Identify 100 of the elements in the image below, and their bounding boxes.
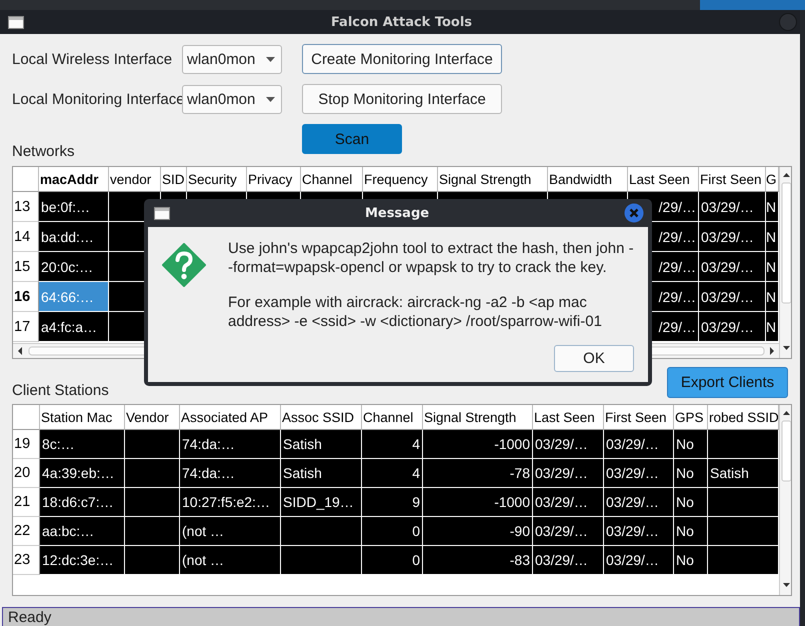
table-cell: 12:dc:3e:… — [40, 546, 125, 575]
column-header[interactable]: Signal Strength — [423, 405, 533, 430]
export-clients-button[interactable]: Export Clients — [667, 367, 788, 398]
column-header[interactable]: Bandwidth — [548, 167, 628, 192]
row-number: 19 — [13, 430, 40, 459]
table-cell: Satish — [281, 459, 362, 488]
table-cell: 03/29/… — [604, 459, 674, 488]
table-cell: ba:dd:… — [39, 222, 109, 252]
monitoring-interface-label: Local Monitoring Interface — [12, 90, 182, 108]
table-cell: 9 — [362, 488, 423, 517]
dialog-title: Message — [364, 206, 430, 220]
column-header[interactable]: G — [766, 167, 779, 192]
column-header[interactable]: Channel — [362, 405, 423, 430]
column-header[interactable]: Last Seen — [628, 167, 699, 192]
table-corner[interactable] — [13, 167, 39, 192]
column-header[interactable]: Signal Strength — [438, 167, 548, 192]
table-cell: 03/29/… — [699, 312, 766, 342]
row-number: 21 — [13, 488, 40, 517]
table-cell: -90 — [423, 517, 533, 546]
table-cell: No — [674, 517, 708, 546]
table-cell: 74:da:… — [180, 430, 281, 459]
table-cell: -1000 — [423, 430, 533, 459]
row-number: 22 — [13, 517, 40, 546]
table-cell: 20:0c:… — [39, 252, 109, 282]
column-header[interactable]: Assoc SSID — [281, 405, 362, 430]
table-cell: No — [674, 546, 708, 575]
table-cell: 03/29/… — [699, 192, 766, 222]
table-cell: aa:bc:… — [40, 517, 125, 546]
table-cell: N — [766, 312, 779, 342]
table-cell: 4a:39:eb:… — [40, 459, 125, 488]
create-monitoring-button[interactable]: Create Monitoring Interface — [302, 44, 502, 74]
table-cell: -83 — [423, 546, 533, 575]
section-label: Networks — [12, 143, 76, 160]
table-cell: 03/29/… — [604, 517, 674, 546]
column-header[interactable]: robed SSID — [708, 405, 779, 430]
column-header[interactable]: vendor — [109, 167, 161, 192]
table-cell: 03/29/… — [533, 430, 604, 459]
table-cell: 64:66:… — [39, 282, 109, 312]
table-cell: 03/29/… — [533, 459, 604, 488]
table-cell: (not … — [180, 546, 281, 575]
ok-button[interactable]: OK — [554, 345, 634, 372]
table-cell: 03/29/… — [604, 430, 674, 459]
table-cell: 0 — [362, 517, 423, 546]
window-icon — [8, 16, 24, 28]
table-cell: 74:da:… — [180, 459, 281, 488]
column-header[interactable]: Privacy — [247, 167, 301, 192]
window-icon — [154, 206, 170, 220]
table-cell: 10:27:f5:e2:… — [180, 488, 281, 517]
table-cell: 03/29/… — [604, 488, 674, 517]
question-icon — [162, 243, 206, 287]
wireless-interface-label: Local Wireless Interface — [12, 50, 174, 68]
table-cell: N — [766, 192, 779, 222]
column-header[interactable]: Station Mac — [40, 405, 125, 430]
row-number: 14 — [13, 222, 39, 252]
table-cell: 03/29/… — [533, 488, 604, 517]
table-cell: 8c:… — [40, 430, 125, 459]
table-cell: 4 — [362, 430, 423, 459]
table-cell: 03/29/… — [533, 546, 604, 575]
table-corner[interactable] — [13, 405, 40, 430]
table-cell: 03/29/… — [699, 252, 766, 282]
table-cell: 0 — [362, 546, 423, 575]
window-title: Falcon Attack Tools — [330, 14, 474, 30]
stop-monitoring-button[interactable]: Stop Monitoring Interface — [302, 84, 502, 114]
table-cell: Satish — [281, 430, 362, 459]
column-header[interactable]: First Seen — [699, 167, 766, 192]
row-number: 17 — [13, 312, 39, 342]
table-cell: Satish — [708, 459, 779, 488]
message-text: For example with aircrack: aircrack-ng -a2 -b <ap mac address> -e <ssid> -w <dictionary> /root/sparrow-wifi-01 — [228, 293, 603, 331]
table-cell: 03/29/… — [699, 222, 766, 252]
table-cell: N — [766, 222, 779, 252]
monitoring-interface-dropdown[interactable]: wlan0mon — [182, 84, 282, 114]
column-header[interactable]: macAddr — [39, 167, 109, 192]
scan-button[interactable]: Scan — [302, 124, 402, 154]
row-number: 13 — [13, 192, 39, 222]
table-cell: -78 — [423, 459, 533, 488]
table-cell: N — [766, 282, 779, 312]
table-cell: No — [674, 488, 708, 517]
table-cell: 03/29/… — [533, 517, 604, 546]
table-cell: 4 — [362, 459, 423, 488]
table-cell: -1000 — [423, 488, 533, 517]
column-header[interactable]: Frequency — [363, 167, 438, 192]
row-number: 15 — [13, 252, 39, 282]
table-cell: 03/29/… — [699, 282, 766, 312]
column-header[interactable]: Channel — [301, 167, 363, 192]
table-cell: N — [766, 252, 779, 282]
caret-icon — [266, 56, 275, 62]
table-cell: be:0f:… — [39, 192, 109, 222]
close-icon[interactable] — [624, 203, 644, 223]
row-number: 16 — [13, 282, 39, 312]
column-header[interactable]: Last Seen — [533, 405, 604, 430]
column-header[interactable]: First Seen — [604, 405, 674, 430]
row-number: 23 — [13, 546, 40, 575]
column-header[interactable]: Vendor — [125, 405, 180, 430]
column-header[interactable]: Associated AP — [180, 405, 281, 430]
column-header[interactable]: GPS — [674, 405, 708, 430]
table-cell: (not … — [180, 517, 281, 546]
caret-icon — [266, 96, 275, 102]
column-header[interactable]: SID — [161, 167, 187, 192]
column-header[interactable]: Security — [187, 167, 247, 192]
wireless-interface-dropdown[interactable]: wlan0mon — [182, 44, 282, 74]
